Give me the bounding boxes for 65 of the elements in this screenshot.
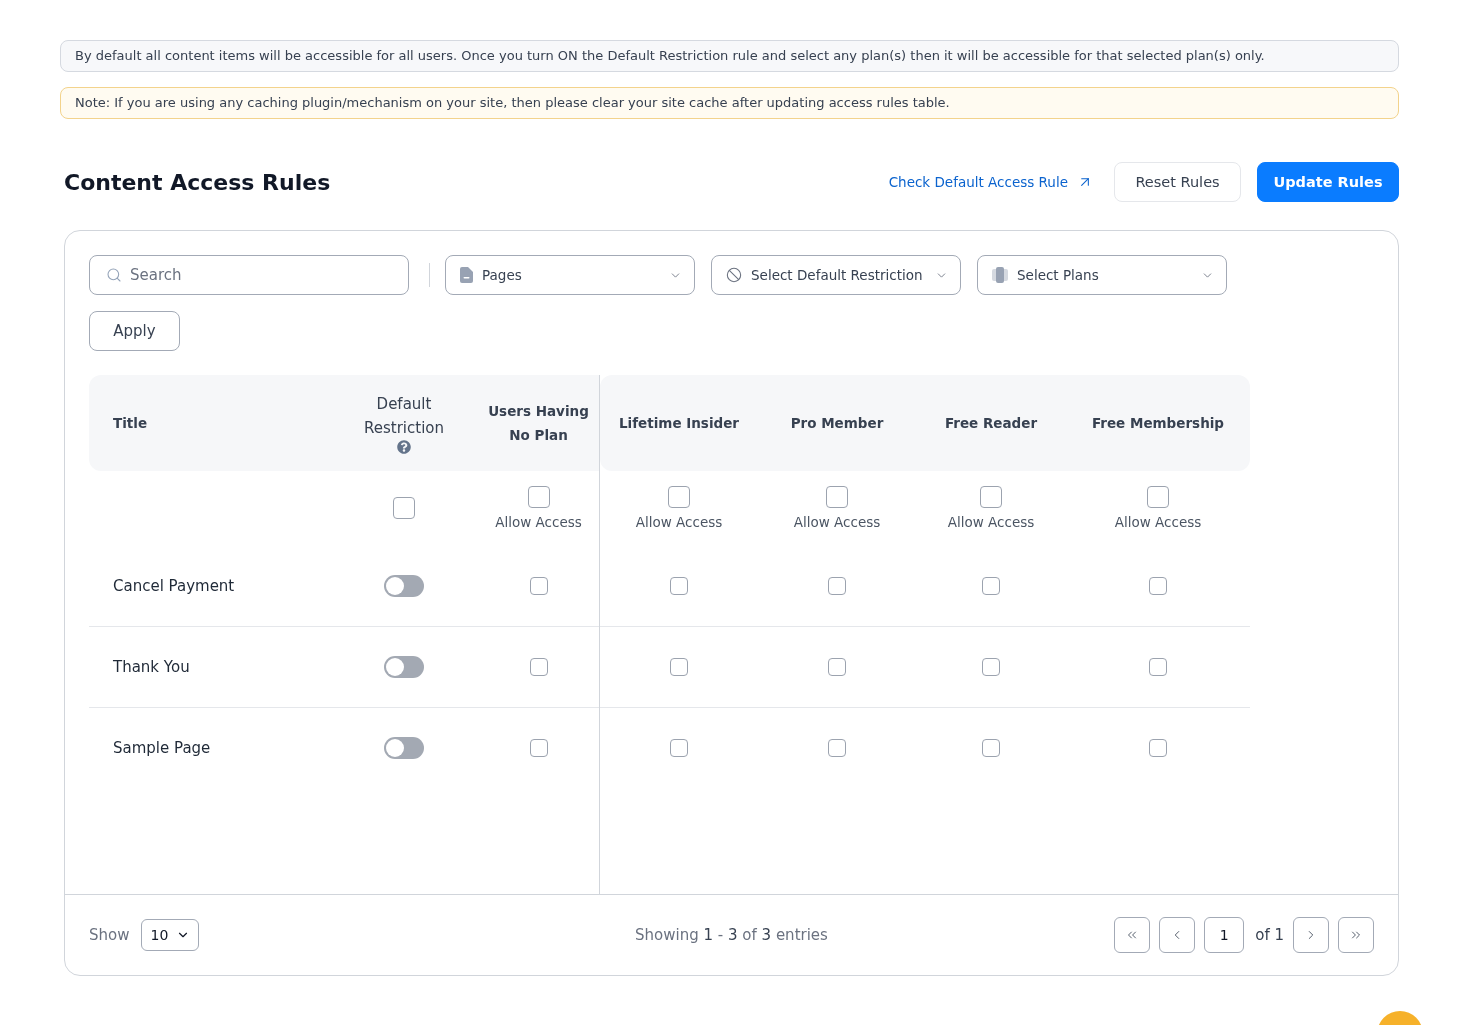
cards-icon bbox=[992, 267, 1008, 283]
update-button[interactable]: Update Rules bbox=[1257, 162, 1399, 202]
ban-icon bbox=[726, 267, 742, 283]
previous-page-button[interactable] bbox=[1159, 917, 1196, 953]
checkbox[interactable] bbox=[670, 577, 688, 595]
toggle-switch[interactable] bbox=[384, 736, 424, 759]
checkbox[interactable] bbox=[828, 738, 846, 757]
checkbox[interactable] bbox=[1149, 738, 1167, 757]
show-label: Show bbox=[89, 926, 130, 944]
allow-access-label: Allow Access bbox=[495, 512, 582, 531]
allow-access-label: Allow Access bbox=[635, 512, 723, 531]
checkbox[interactable] bbox=[529, 738, 548, 757]
checkbox[interactable] bbox=[828, 658, 846, 676]
help-icon[interactable] bbox=[397, 440, 411, 454]
double-chevron-right-icon bbox=[1349, 928, 1363, 942]
last-page-button[interactable] bbox=[1338, 917, 1374, 953]
checkbox[interactable] bbox=[670, 658, 688, 676]
allow-access-label: Allow Access bbox=[793, 512, 881, 531]
search-icon bbox=[106, 267, 122, 283]
checkbox[interactable] bbox=[828, 577, 846, 595]
search-field[interactable]: Search bbox=[89, 255, 409, 295]
reset-button[interactable]: Reset Rules bbox=[1114, 162, 1241, 202]
checkbox[interactable] bbox=[1149, 577, 1167, 595]
checkbox[interactable] bbox=[982, 738, 1000, 757]
page-number-field[interactable]: 1 bbox=[1204, 917, 1245, 953]
toggle-switch[interactable] bbox=[384, 656, 424, 678]
page-title-text: Thank You bbox=[113, 658, 190, 676]
entries-summary: Showing 1 - 3 of 3 entries bbox=[635, 926, 828, 944]
toggle-switch[interactable] bbox=[384, 575, 424, 597]
checkbox[interactable] bbox=[670, 738, 688, 757]
column-header: Title bbox=[113, 414, 148, 433]
notice-banner: By default all content items will be accessible for all users. Once you turn ON the Default Restriction rule and select any plan(s) then it will be accessible for that selected plan(s) only. bbox=[60, 40, 1399, 72]
checkbox[interactable] bbox=[980, 485, 1002, 508]
checkbox[interactable] bbox=[826, 485, 848, 508]
column-header: Free Reader bbox=[944, 414, 1038, 433]
allow-access-label: Allow Access bbox=[1114, 512, 1202, 531]
checkbox[interactable] bbox=[529, 658, 548, 676]
checkbox[interactable] bbox=[982, 577, 1000, 595]
page-heading: Content Access Rules bbox=[64, 169, 331, 195]
apply-button[interactable]: Apply bbox=[89, 311, 180, 351]
checkbox[interactable] bbox=[1147, 485, 1169, 508]
filter-dropdown[interactable]: Select Plans bbox=[977, 255, 1227, 295]
column-header: Free Membership bbox=[1091, 414, 1225, 433]
first-page-button[interactable] bbox=[1114, 917, 1151, 953]
column-header: Pro Member bbox=[790, 414, 884, 433]
page-count: of 1 bbox=[1255, 926, 1284, 944]
checkbox[interactable] bbox=[393, 497, 415, 519]
column-header: Default Restriction bbox=[363, 394, 445, 439]
filter-dropdown[interactable]: Select Default Restriction bbox=[711, 255, 961, 295]
document-icon bbox=[460, 267, 473, 283]
column-header: Users Having No Plan bbox=[487, 402, 590, 445]
checkbox[interactable] bbox=[527, 485, 550, 508]
notice-banner: Note: If you are using any caching plugin/mechanism on your site, then please clear your site cache after updating access rules table. bbox=[60, 87, 1399, 119]
checkbox[interactable] bbox=[529, 577, 548, 595]
column-header: Lifetime Insider bbox=[618, 414, 739, 433]
next-page-button[interactable] bbox=[1293, 917, 1329, 953]
checkbox[interactable] bbox=[982, 658, 1000, 676]
page-size-select[interactable]: 10 bbox=[141, 919, 200, 951]
page-title-text: Cancel Payment bbox=[113, 577, 235, 595]
allow-access-label: Allow Access bbox=[947, 512, 1035, 531]
checkbox[interactable] bbox=[668, 485, 690, 508]
page-title-text: Sample Page bbox=[113, 738, 211, 757]
checkbox[interactable] bbox=[1149, 658, 1167, 676]
default-rule-link[interactable]: Check Default Access Rule bbox=[888, 174, 1093, 190]
filter-dropdown[interactable]: Pages bbox=[445, 255, 695, 295]
